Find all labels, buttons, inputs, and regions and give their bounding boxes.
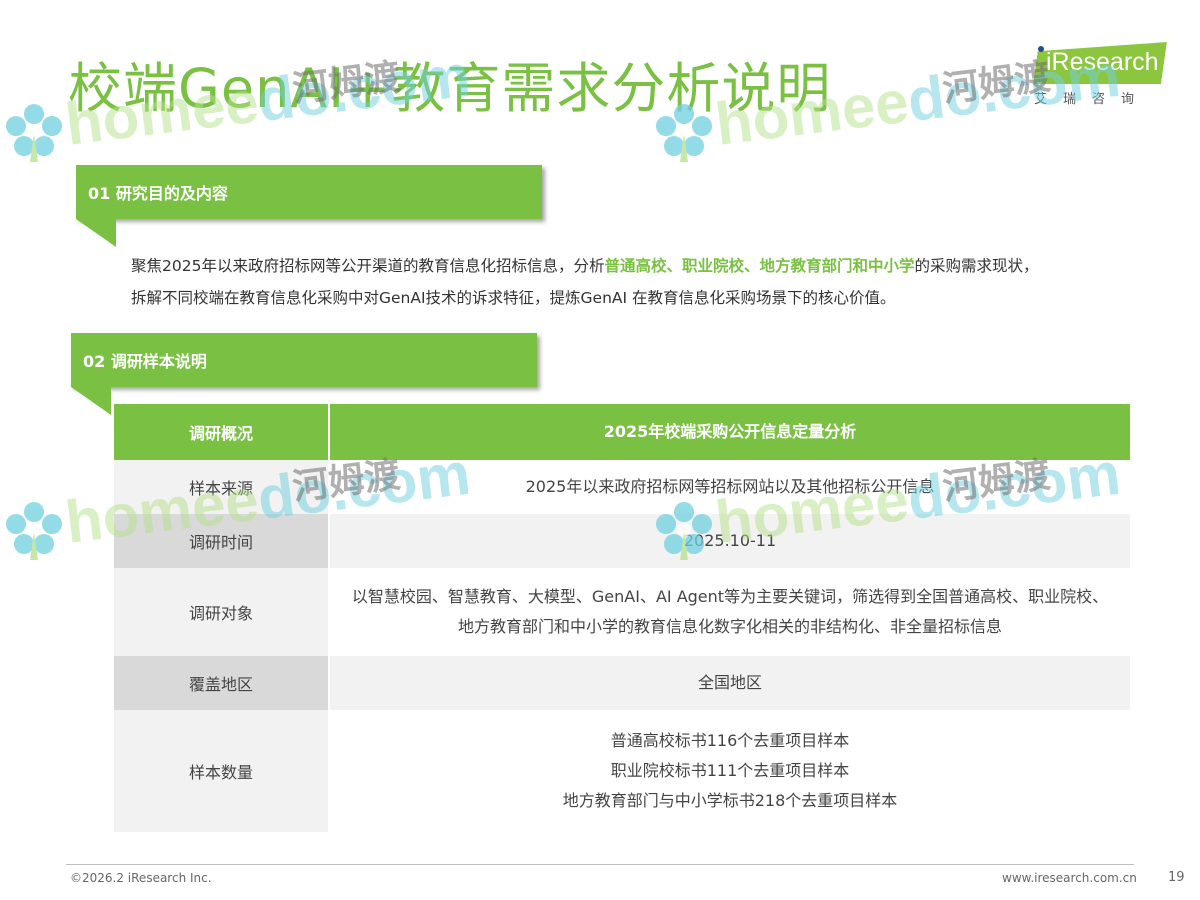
footer-url: www.iresearch.com.cn — [1002, 871, 1137, 885]
intro-text: 的采购需求现状， — [914, 257, 1039, 275]
flower-icon — [6, 104, 62, 162]
iresearch-logo: iResearch 艾瑞咨询 — [1032, 38, 1172, 108]
intro-text: 聚焦2025年以来政府招标网等公开渠道的教育信息化招标信息，分析 — [131, 257, 605, 275]
row-value: 普通高校标书116个去重项目样本 职业院校标书111个去重项目样本 地方教育部门… — [330, 710, 1130, 832]
row-label: 覆盖地区 — [114, 656, 328, 710]
page-number: 19 — [1168, 870, 1185, 885]
row-value-line: 2025.10-11 — [683, 531, 777, 550]
watermark-e: e — [870, 67, 913, 139]
table-row: 样本数量 普通高校标书116个去重项目样本 职业院校标书111个去重项目样本 地… — [114, 710, 1130, 832]
table-header-row: 调研概况 2025年校端采购公开信息定量分析 — [114, 404, 1130, 460]
footer-divider — [66, 864, 1134, 865]
logo-subtitle: 艾瑞咨询 — [1034, 92, 1151, 107]
section-header-tail — [71, 387, 111, 415]
table-row: 调研时间 2025.10-11 — [114, 514, 1130, 568]
research-purpose-text: 聚焦2025年以来政府招标网等公开渠道的教育信息化招标信息，分析普通高校、职业院… — [131, 250, 1141, 314]
row-label: 调研对象 — [114, 568, 328, 656]
table-row: 覆盖地区 全国地区 — [114, 656, 1130, 710]
intro-line-1: 聚焦2025年以来政府招标网等公开渠道的教育信息化招标信息，分析普通高校、职业院… — [131, 250, 1141, 282]
page-title: 校端GenAI+教育需求分析说明 — [68, 57, 832, 120]
table-header-right: 2025年校端采购公开信息定量分析 — [330, 404, 1130, 460]
row-value-line: 普通高校标书116个去重项目样本 — [610, 731, 850, 750]
survey-table: 调研概况 2025年校端采购公开信息定量分析 样本来源 2025年以来政府招标网… — [114, 404, 1130, 832]
table-row: 样本来源 2025年以来政府招标网等招标网站以及其他招标公开信息 — [114, 460, 1130, 514]
row-label: 样本数量 — [114, 710, 328, 832]
row-value-line: 地方教育部门与中小学标书218个去重项目样本 — [562, 791, 898, 810]
section-header-purpose: 01 研究目的及内容 — [76, 165, 542, 219]
row-value-line: 以智慧校园、智慧教育、大模型、GenAI、AI Agent等为主要关键词，筛选得… — [351, 587, 1109, 606]
row-label: 样本来源 — [114, 460, 328, 514]
intro-highlight: 普通高校、职业院校、地方教育部门和中小学 — [604, 257, 915, 275]
row-value-line: 地方教育部门和中小学的教育信息化数字化相关的非结构化、非全量招标信息 — [457, 617, 1002, 636]
table-row: 调研对象 以智慧校园、智慧教育、大模型、GenAI、AI Agent等为主要关键… — [114, 568, 1130, 656]
row-value-line: 全国地区 — [697, 673, 762, 692]
row-label: 调研时间 — [114, 514, 328, 568]
logo-brand: iResearch — [1046, 48, 1159, 76]
footer-copyright: ©2026.2 iResearch Inc. — [70, 871, 212, 885]
section-header-sample: 02 调研样本说明 — [71, 333, 537, 387]
table-header-left: 调研概况 — [114, 404, 328, 460]
row-value: 2025年以来政府招标网等招标网站以及其他招标公开信息 — [330, 460, 1130, 514]
row-value-line: 职业院校标书111个去重项目样本 — [610, 761, 850, 780]
intro-line-2: 拆解不同校端在教育信息化采购中对GenAI技术的诉求特征，提炼GenAI 在教育… — [131, 289, 896, 307]
row-value-line: 2025年以来政府招标网等招标网站以及其他招标公开信息 — [525, 477, 935, 496]
row-value: 2025.10-11 — [330, 514, 1130, 568]
section-header-tail — [76, 219, 116, 247]
row-value: 以智慧校园、智慧教育、大模型、GenAI、AI Agent等为主要关键词，筛选得… — [330, 568, 1130, 656]
flower-icon — [6, 502, 62, 560]
row-value: 全国地区 — [330, 656, 1130, 710]
logo-dot — [1038, 46, 1044, 52]
